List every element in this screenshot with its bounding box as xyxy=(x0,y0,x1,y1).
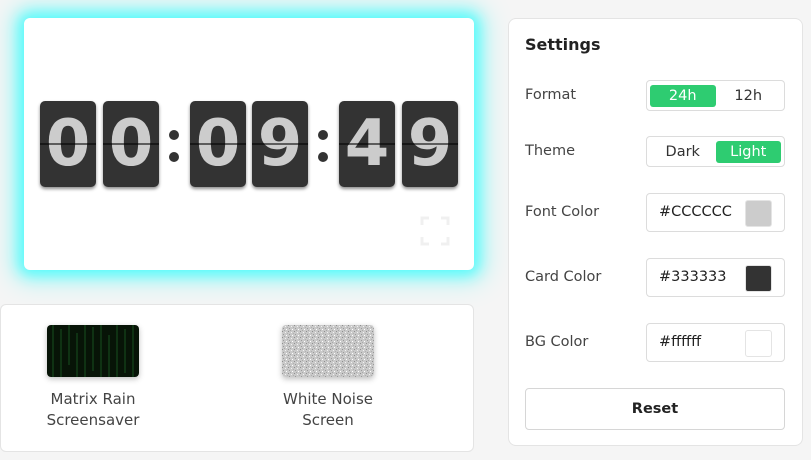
seconds-ones-digit: 9 xyxy=(402,101,458,187)
hours-ones-digit: 0 xyxy=(103,101,159,187)
related-label-line: Screen xyxy=(302,411,354,429)
clock-preview[interactable]: 0 0 0 9 4 9 xyxy=(24,18,474,270)
related-label-line: Screensaver xyxy=(46,411,140,429)
bg-color-label: BG Color xyxy=(525,334,589,350)
related-tools: Matrix Rain Screensaver White Noise Scre… xyxy=(0,304,474,452)
theme-option-light[interactable]: Light xyxy=(715,140,781,163)
theme-option-dark[interactable]: Dark xyxy=(650,141,716,163)
colon-dot xyxy=(318,130,328,140)
related-item-white-noise[interactable]: White Noise Screen xyxy=(238,325,418,431)
format-option-12h[interactable]: 12h xyxy=(716,85,782,107)
bg-color-value[interactable]: #ffffff xyxy=(659,334,701,350)
colon-separator xyxy=(166,101,182,187)
format-label: Format xyxy=(525,87,577,103)
bg-color-field[interactable]: #ffffff xyxy=(646,323,785,362)
colon-separator xyxy=(315,101,331,187)
related-label[interactable]: White Noise Screen xyxy=(238,389,418,431)
flip-clock: 0 0 0 9 4 9 xyxy=(40,101,458,187)
font-color-label: Font Color xyxy=(525,204,600,220)
seconds-tens-digit: 4 xyxy=(339,101,395,187)
font-color-swatch[interactable] xyxy=(745,200,772,227)
card-color-value[interactable]: #333333 xyxy=(659,269,727,285)
related-item-matrix-rain[interactable]: Matrix Rain Screensaver xyxy=(3,325,183,431)
theme-toggle[interactable]: Dark Light xyxy=(646,136,785,167)
fullscreen-icon[interactable] xyxy=(420,216,450,246)
settings-title: Settings xyxy=(525,35,601,54)
theme-label: Theme xyxy=(525,143,576,159)
colon-dot xyxy=(318,152,328,162)
minutes-tens-digit: 0 xyxy=(190,101,246,187)
hours-tens-digit: 0 xyxy=(40,101,96,187)
colon-dot xyxy=(169,130,179,140)
related-label[interactable]: Matrix Rain Screensaver xyxy=(3,389,183,431)
related-label-line: Matrix Rain xyxy=(50,390,136,408)
card-color-label: Card Color xyxy=(525,269,602,285)
matrix-rain-thumbnail[interactable] xyxy=(47,325,139,377)
minutes-ones-digit: 9 xyxy=(252,101,308,187)
card-color-swatch[interactable] xyxy=(745,265,772,292)
settings-panel: Settings Format 24h 12h Theme Dark Light… xyxy=(508,18,803,446)
white-noise-thumbnail[interactable] xyxy=(282,325,374,377)
reset-button[interactable]: Reset xyxy=(525,388,785,430)
bg-color-swatch[interactable] xyxy=(745,330,772,357)
related-label-line: White Noise xyxy=(283,390,373,408)
format-option-24h[interactable]: 24h xyxy=(650,84,716,107)
card-color-field[interactable]: #333333 xyxy=(646,258,785,297)
font-color-value[interactable]: #CCCCCC xyxy=(659,204,732,220)
format-toggle[interactable]: 24h 12h xyxy=(646,80,785,111)
font-color-field[interactable]: #CCCCCC xyxy=(646,193,785,232)
colon-dot xyxy=(169,152,179,162)
